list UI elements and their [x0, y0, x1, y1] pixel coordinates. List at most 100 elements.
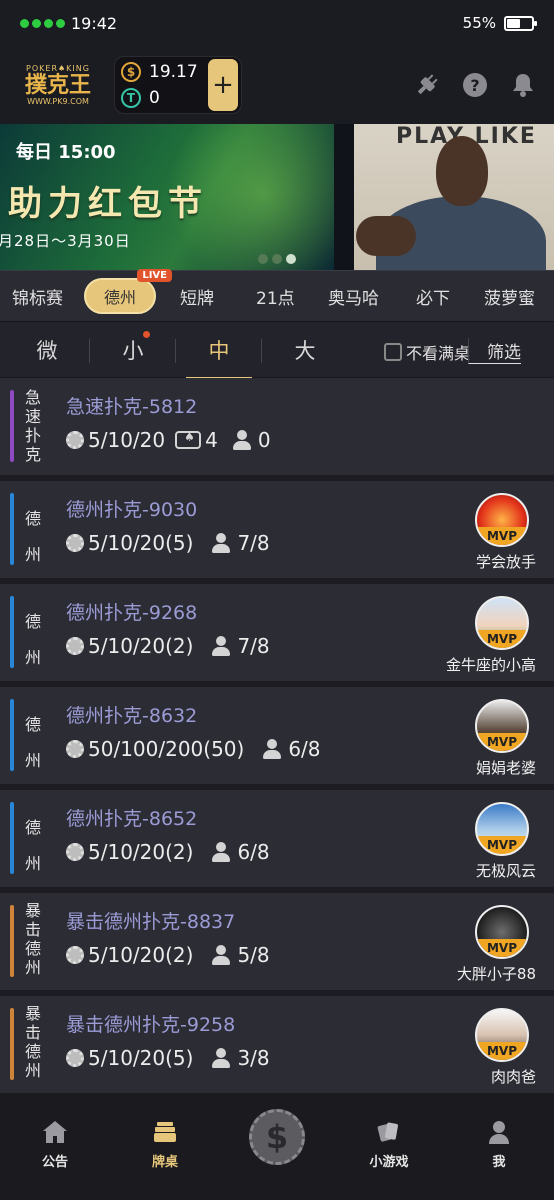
mvp-badge: MVP: [477, 630, 527, 648]
tab-short-deck[interactable]: 短牌: [178, 284, 254, 309]
tab-omaha[interactable]: 奥马哈: [326, 284, 414, 309]
mvp-avatar-wrap[interactable]: MVP 肉肉爸: [474, 1008, 536, 1086]
mvp-name: 学会放手: [475, 553, 536, 571]
user-icon: [262, 739, 282, 759]
tab-stake-micro[interactable]: 微: [4, 335, 90, 365]
row-players: 6/8: [288, 737, 321, 761]
user-icon: [211, 842, 231, 862]
add-funds-button[interactable]: +: [208, 59, 238, 111]
row-table-count: 4: [205, 428, 218, 452]
table-row[interactable]: 暴击德州 暴击德州扑克-9258 5/10/20(5) 3/8 MVP 肉肉爸: [0, 996, 554, 1099]
banner-title: 助力红包节: [8, 184, 208, 224]
nav-mini-games[interactable]: 小游戏: [334, 1093, 444, 1200]
row-title: 德州扑克-9268: [66, 602, 198, 624]
table-row[interactable]: 暴击德州 暴击德州扑克-8837 5/10/20(2) 5/8 MVP 大胖小子…: [0, 893, 554, 996]
dollar-chip-icon[interactable]: $: [249, 1109, 305, 1165]
avatar[interactable]: MVP: [475, 699, 529, 753]
hide-full-tables-toggle[interactable]: 不看满桌: [384, 340, 470, 364]
row-title: 急速扑克-5812: [66, 396, 198, 418]
user-icon: [232, 430, 252, 450]
hide-full-label: 不看满桌: [406, 344, 471, 363]
row-blinds: 5/10/20: [88, 428, 166, 452]
table-row[interactable]: 急速扑克 急速扑克-5812 5/10/20 4 0: [0, 378, 554, 481]
nav-me-label: 我: [492, 1155, 506, 1170]
row-blinds: 5/10/20(5): [88, 531, 194, 555]
filter-button[interactable]: 筛选: [468, 338, 521, 364]
tab-stake-large[interactable]: 大: [262, 335, 348, 365]
token-coin-icon: T: [121, 88, 141, 108]
banner-pagination: [258, 254, 296, 264]
avatar[interactable]: MVP: [475, 1008, 529, 1062]
plug-icon[interactable]: [414, 72, 440, 98]
tab-stake-medium-active[interactable]: 中: [176, 335, 262, 379]
mvp-badge: MVP: [477, 733, 527, 751]
stake-level-tabs: 微 小 中 大 不看满桌 筛选: [0, 322, 554, 379]
row-players: 5/8: [237, 943, 270, 967]
status-bar: 19:42 55%: [0, 0, 554, 46]
banner-time: 每日 15:00: [16, 142, 116, 163]
nav-center-chip[interactable]: $: [220, 1093, 334, 1200]
banner-dot[interactable]: [258, 254, 268, 264]
tab-stake-small[interactable]: 小: [90, 330, 176, 365]
mvp-avatar-wrap[interactable]: MVP 无极风云: [474, 802, 536, 880]
table-row[interactable]: 德州 德州扑克-9268 5/10/20(2) 7/8 MVP 金牛座的小高: [0, 584, 554, 687]
user-icon: [211, 945, 231, 965]
gold-balance: 19.17: [149, 62, 198, 82]
signal-icon: [20, 18, 65, 28]
table-row[interactable]: 德州 德州扑克-9030 5/10/20(5) 7/8 MVP 学会放手: [0, 481, 554, 584]
tab-texas-active[interactable]: 德州 LIVE: [84, 269, 172, 314]
tab-must-bet[interactable]: 必下: [414, 284, 482, 309]
banner-dot-active[interactable]: [286, 254, 296, 264]
mvp-avatar-wrap[interactable]: MVP 学会放手: [474, 493, 536, 571]
help-icon[interactable]: ?: [462, 72, 488, 98]
mvp-avatar-wrap[interactable]: MVP 娟娟老婆: [474, 699, 536, 777]
profile-icon: [484, 1117, 514, 1147]
row-players: 7/8: [237, 531, 270, 555]
banner-photo-arm: [356, 216, 416, 256]
mvp-name: 娟娟老婆: [475, 759, 536, 777]
chip-icon: [66, 431, 84, 449]
tab-blackjack[interactable]: 21点: [254, 284, 326, 309]
user-icon: [211, 533, 231, 553]
chip-icon: [66, 843, 84, 861]
svg-text:?: ?: [470, 76, 479, 95]
row-players: 6/8: [237, 840, 270, 864]
avatar[interactable]: MVP: [475, 493, 529, 547]
tab-tournament[interactable]: 锦标赛: [10, 284, 84, 309]
tab-texas-label: 德州: [103, 288, 136, 307]
mvp-avatar-wrap[interactable]: MVP 金牛座的小高: [446, 596, 536, 674]
table-row[interactable]: 德州 德州扑克-8652 5/10/20(2) 6/8 MVP 无极风云: [0, 790, 554, 893]
hide-full-checkbox[interactable]: [384, 343, 402, 361]
banner-slide-main[interactable]: 每日 15:00 助力红包节 月28日～3月30日: [0, 124, 334, 270]
bell-icon[interactable]: [510, 72, 536, 98]
row-title: 德州扑克-8632: [66, 705, 198, 727]
notification-dot: [143, 330, 150, 338]
row-title: 暴击德州扑克-8837: [66, 911, 236, 933]
banner-dot[interactable]: [272, 254, 282, 264]
row-accent-bar: [10, 596, 14, 668]
mvp-avatar-wrap[interactable]: MVP 大胖小子88: [457, 905, 536, 983]
avatar[interactable]: MVP: [475, 802, 529, 856]
nav-announcements[interactable]: 公告: [0, 1093, 110, 1200]
row-accent-bar: [10, 802, 14, 874]
cards-icon: [175, 430, 202, 449]
logo-main-text: 撲克王: [24, 72, 91, 98]
status-time: 19:42: [71, 13, 118, 33]
promo-banner[interactable]: 每日 15:00 助力红包节 月28日～3月30日 PLAY LIKE: [0, 124, 554, 270]
row-title: 暴击德州扑克-9258: [66, 1014, 236, 1036]
row-players: 0: [257, 428, 271, 452]
tables-stack-icon: [150, 1117, 180, 1147]
row-accent-bar: [10, 493, 14, 565]
nav-me[interactable]: 我: [444, 1093, 554, 1200]
table-row[interactable]: 德州 德州扑克-8632 50/100/200(50) 6/8 MVP 娟娟老婆: [0, 687, 554, 790]
avatar[interactable]: MVP: [475, 905, 529, 959]
tab-pineapple[interactable]: 菠萝蜜: [482, 284, 547, 309]
row-type-label: 德州: [24, 509, 41, 564]
avatar[interactable]: MVP: [475, 596, 529, 650]
banner-date: 月28日～3月30日: [0, 232, 131, 250]
nav-tables-active[interactable]: 牌桌: [110, 1093, 220, 1200]
banner-slide-next[interactable]: PLAY LIKE: [354, 124, 554, 270]
chip-icon: [66, 637, 84, 655]
row-type-label: 德州: [24, 715, 41, 770]
token-balance: 0: [149, 88, 160, 108]
